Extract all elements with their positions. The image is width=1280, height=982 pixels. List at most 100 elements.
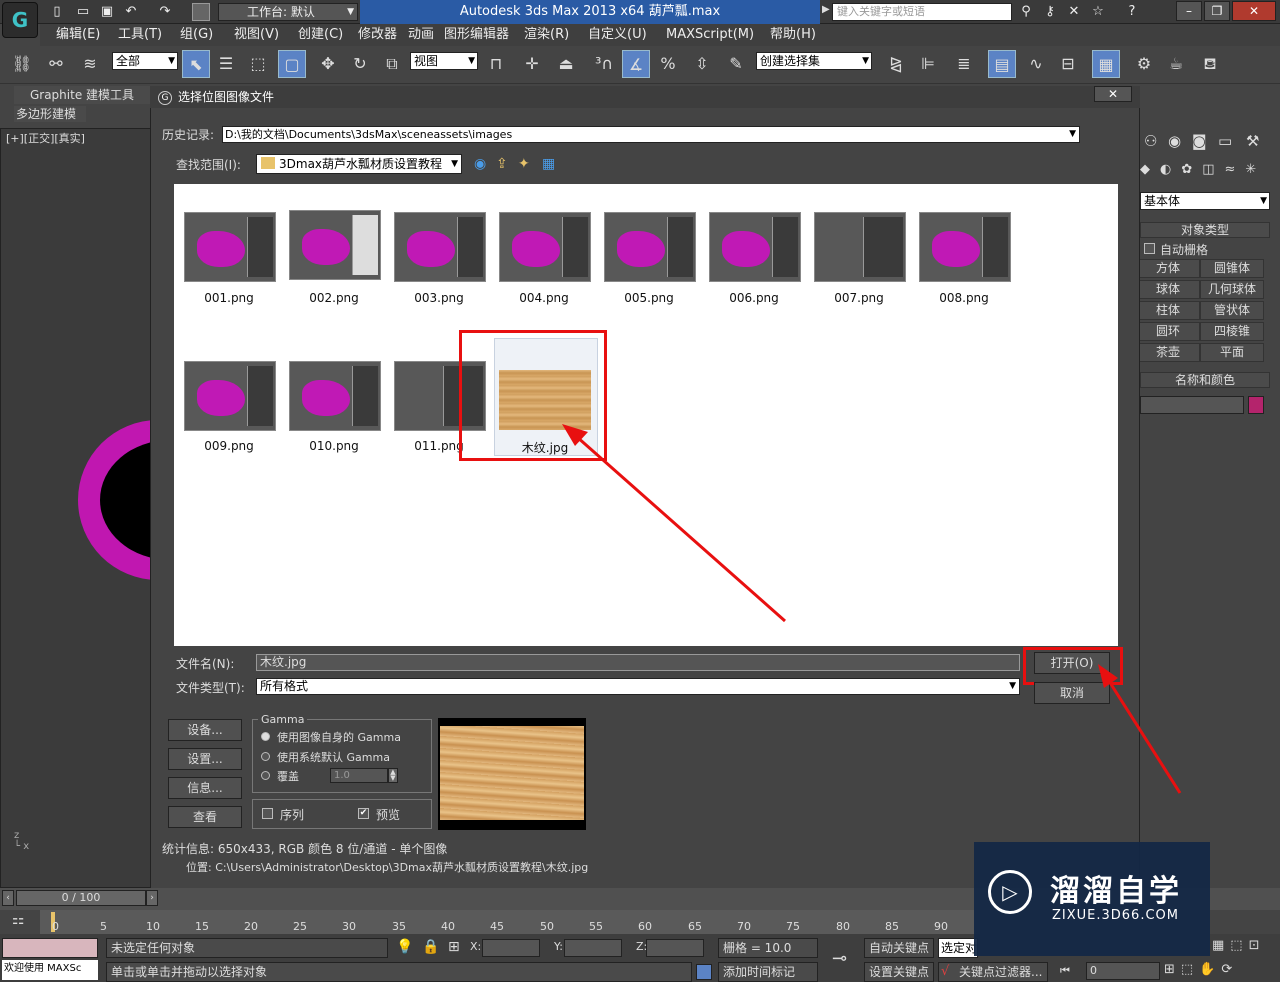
auto-grid-checkbox[interactable] [1144, 243, 1155, 254]
file-thumbnail[interactable] [604, 212, 696, 282]
prev-frame-icon[interactable]: ‹ [2, 890, 14, 906]
rotate-icon[interactable]: ↻ [346, 50, 374, 78]
lock-icon[interactable]: 🔒 [422, 939, 439, 955]
select-by-name-icon[interactable]: ☰ [212, 50, 240, 78]
file-thumbnail[interactable] [184, 212, 276, 282]
rendered-frame-icon[interactable]: ☕ [1162, 50, 1190, 78]
select-manipulate-icon[interactable]: ✛ [518, 50, 546, 78]
move-icon[interactable]: ✥ [314, 50, 342, 78]
tube-button[interactable]: 管状体 [1200, 301, 1264, 320]
primitive-type-dropdown[interactable]: 基本体 ▼ [1140, 192, 1270, 210]
file-name[interactable]: 008.png [911, 291, 1017, 305]
file-name[interactable]: 003.png [386, 291, 492, 305]
render-teapot-icon[interactable]: ⛾ [1196, 50, 1224, 78]
preview-checkbox[interactable]: ✔ [358, 808, 369, 819]
scale-icon[interactable]: ⧉ [378, 50, 406, 78]
percent-snap-icon[interactable]: % [654, 50, 682, 78]
save-icon[interactable]: ▣ [98, 3, 116, 21]
filename-input[interactable]: 木纹.jpg [256, 654, 1020, 671]
info-button[interactable]: 信息... [168, 777, 242, 799]
view-menu-icon[interactable]: ▦ [542, 156, 555, 172]
gamma-system-radio[interactable] [261, 752, 270, 761]
graphite-toggle-icon[interactable]: ▤ [988, 50, 1016, 78]
key-icon[interactable]: ⚷ [1040, 2, 1060, 22]
viewport-nav-icons[interactable]: ⊞⬚✋⟳ [1164, 962, 1238, 977]
angle-snap-icon[interactable]: ∡ [622, 50, 650, 78]
create-category-icons[interactable]: ◆◐✿◫≈✳ [1140, 162, 1266, 177]
cancel-button[interactable]: 取消 [1034, 682, 1110, 704]
isolate-icon[interactable]: 💡 [396, 939, 413, 955]
key-filters-button[interactable]: 关键点过滤器... [938, 962, 1048, 982]
next-frame-icon[interactable]: › [146, 890, 158, 906]
spinner-snap-icon[interactable]: ⇳ [688, 50, 716, 78]
layer-manager-icon[interactable]: ≣ [950, 50, 978, 78]
display-icon[interactable]: ◙ [1192, 132, 1207, 150]
menu-maxscript[interactable]: MAXScript(M) [666, 24, 754, 46]
object-name-field[interactable] [1140, 396, 1244, 414]
rect-selection-icon[interactable]: ⬚ [244, 50, 272, 78]
time-tag-icon[interactable] [696, 964, 712, 980]
selection-filter-dropdown[interactable]: 全部 ▼ [112, 52, 178, 70]
file-name[interactable]: 006.png [701, 291, 807, 305]
expand-icon[interactable]: ▶ [822, 4, 830, 15]
back-icon[interactable]: ◉ [474, 156, 486, 172]
binoculars-icon[interactable]: ⚲ [1016, 2, 1036, 22]
restore-button[interactable]: ❐ [1204, 1, 1230, 21]
file-name[interactable]: 004.png [491, 291, 597, 305]
menu-create[interactable]: 创建(C) [298, 24, 343, 46]
help-icon[interactable]: ? [1122, 2, 1142, 22]
current-frame-field[interactable]: 0 [1086, 962, 1160, 980]
menu-view[interactable]: 视图(V) [234, 24, 279, 46]
plane-button[interactable]: 平面 [1200, 343, 1264, 362]
y-field[interactable] [564, 939, 622, 957]
cone-button[interactable]: 圆锥体 [1200, 259, 1264, 278]
dialog-close-button[interactable]: ✕ [1094, 86, 1132, 102]
new-file-icon[interactable]: ▯ [48, 3, 66, 21]
minimize-button[interactable]: – [1176, 1, 1202, 21]
star-icon[interactable]: ☆ [1088, 2, 1108, 22]
gamma-own-radio[interactable] [261, 732, 270, 741]
filetype-dropdown[interactable]: 所有格式 ▼ [256, 678, 1020, 695]
file-thumbnail[interactable] [919, 212, 1011, 282]
tab-polygon-modeling[interactable]: 多边形建模 [14, 106, 86, 122]
set-key-button[interactable]: 设置关键点 [864, 962, 934, 982]
x-field[interactable] [482, 939, 540, 957]
bind-spacewarp-icon[interactable]: ≋ [76, 50, 104, 78]
curve-editor-icon[interactable]: ∿ [1022, 50, 1050, 78]
file-thumbnail[interactable] [289, 210, 381, 280]
object-color-swatch[interactable] [1248, 396, 1264, 414]
keyboard-shortcut-icon[interactable]: ⏏ [552, 50, 580, 78]
teapot-button[interactable]: 茶壶 [1136, 343, 1200, 362]
mirror-icon[interactable]: ⧎ [882, 50, 910, 78]
maxscript-mini-listener[interactable]: 欢迎使用 MAXSc [2, 960, 98, 980]
track-bar-icon[interactable]: ⚏ [12, 912, 25, 928]
file-thumbnail[interactable] [289, 361, 381, 431]
viewport-label[interactable]: [+][正交][真实] [6, 130, 85, 146]
absolute-mode-icon[interactable]: ⊞ [448, 939, 460, 955]
goto-start-icon[interactable]: ⏮ [1060, 964, 1070, 978]
selected-object-dropdown[interactable]: 选定对 [938, 938, 978, 958]
hammer-icon[interactable]: ⚒ [1246, 132, 1259, 150]
window-crossing-icon[interactable]: ▢ [278, 50, 306, 78]
select-object-icon[interactable]: ⬉ [182, 50, 210, 78]
setup-button[interactable]: 设置... [168, 748, 242, 770]
snaps-toggle-icon[interactable]: ³∩ [590, 50, 618, 78]
gamma-spinner[interactable]: ▲ ▼ [388, 768, 398, 783]
schematic-view-icon[interactable]: ⊟ [1054, 50, 1082, 78]
render-setup-icon[interactable]: ⚙ [1130, 50, 1158, 78]
app-logo-icon[interactable]: G [2, 2, 38, 38]
file-name[interactable]: 009.png [176, 439, 282, 453]
menu-modifiers[interactable]: 修改器 [358, 24, 397, 46]
sphere-button[interactable]: 球体 [1136, 280, 1200, 299]
pivot-center-icon[interactable]: ⊓ [482, 50, 510, 78]
search-input[interactable]: 键入关键字或短语 [832, 3, 1012, 21]
file-thumbnail[interactable] [184, 361, 276, 431]
menu-rendering[interactable]: 渲染(R) [524, 24, 569, 46]
open-button[interactable]: 打开(O) [1034, 652, 1110, 674]
auto-key-button[interactable]: 自动关键点 [864, 938, 934, 958]
unlink-icon[interactable]: ⚯ [42, 50, 70, 78]
tools-icon[interactable]: ✕ [1064, 2, 1084, 22]
gamma-override-input[interactable]: 1.0 [330, 768, 388, 783]
file-thumbnail[interactable] [394, 212, 486, 282]
menu-edit[interactable]: 编辑(E) [56, 24, 100, 46]
